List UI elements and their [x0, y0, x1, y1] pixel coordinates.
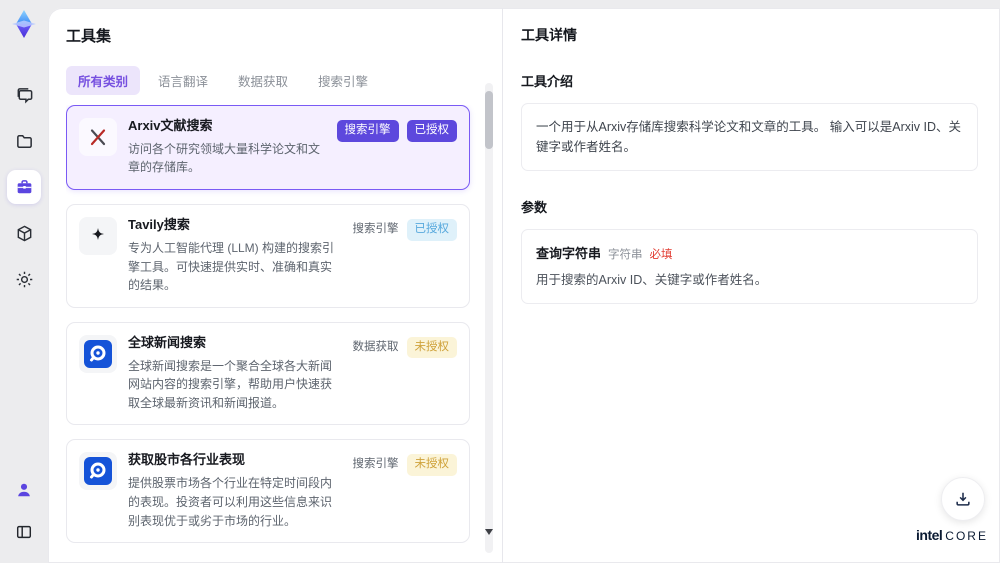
tool-card[interactable]: Arxiv文献搜索访问各个研究领域大量科学论文和文章的存储库。 搜索引擎 已授权	[66, 105, 470, 191]
scrollbar[interactable]	[485, 83, 493, 553]
param-description: 用于搜索的Arxiv ID、关键字或作者姓名。	[536, 273, 768, 287]
news-icon	[79, 452, 117, 491]
category-badge: 搜索引擎	[336, 120, 399, 142]
param-header: 查询字符串 字符串 必填	[536, 243, 963, 262]
tab-all[interactable]: 所有类别	[66, 66, 141, 95]
app-logo[interactable]	[8, 8, 40, 40]
tool-name: 获取股市各行业表现	[128, 452, 246, 468]
auth-status-badge: 未授权	[406, 454, 457, 476]
tool-description: 提供股票市场各个行业在特定时间段内的表现。投资者可以利用这些信息来识别表现优于或…	[128, 476, 333, 528]
user-avatar-button[interactable]	[7, 473, 41, 507]
tool-description: 全球新闻搜索是一个聚合全球各大新闻网站内容的搜索引擎，帮助用户快速获取全球最新资…	[128, 358, 333, 410]
category-tabs: 所有类别 语言翻译 数据获取 搜索引擎	[66, 66, 502, 95]
scrollbar-down-arrow-icon[interactable]	[485, 529, 493, 535]
tool-card[interactable]: 全球新闻搜索全球新闻搜索是一个聚合全球各大新闻网站内容的搜索引擎，帮助用户快速获…	[66, 321, 470, 426]
collapse-panel-button[interactable]	[7, 515, 41, 549]
tool-description: 专为人工智能代理 (LLM) 构建的搜索引擎工具。可快速提供实时、准确和真实的结…	[128, 240, 335, 293]
tab-search[interactable]: 搜索引擎	[306, 66, 380, 95]
param-card: 查询字符串 字符串 必填 用于搜索的Arxiv ID、关键字或作者姓名。	[521, 229, 978, 304]
intro-text: 一个用于从Arxiv存储库搜索科学论文和文章的工具。 输入可以是Arxiv ID…	[536, 120, 962, 154]
app-logo-icon	[12, 10, 36, 38]
tool-list: Arxiv文献搜索 访问各个研究领域大量科学论文和文章的存储库。 搜索引擎 已授权 Ta…	[66, 105, 502, 548]
sidebar-bottom	[7, 473, 41, 549]
tool-tags: 搜索引擎 已授权	[336, 118, 457, 177]
sidebar-item-files[interactable]	[7, 124, 41, 158]
sidebar	[0, 0, 48, 563]
news-icon	[79, 334, 117, 373]
param-name: 查询字符串	[536, 246, 602, 261]
toolbox-icon	[17, 179, 31, 193]
tool-tags: 数据获取 未授权	[352, 335, 457, 413]
intel-core-logo: intel core	[916, 527, 988, 545]
param-type: 字符串	[608, 249, 643, 261]
category-badge: 搜索引擎	[352, 458, 399, 471]
intro-heading: 工具介绍	[521, 74, 574, 89]
intel-brand-text: intel	[916, 527, 943, 543]
user-icon	[18, 483, 30, 497]
chat-icon	[17, 87, 32, 104]
tool-description: 访问各个研究领域大量科学论文和文章的存储库。	[128, 141, 321, 175]
page-title: 工具集	[66, 28, 112, 45]
download-icon	[956, 492, 970, 506]
tab-data[interactable]: 数据获取	[226, 66, 300, 95]
intro-card: 一个用于从Arxiv存储库搜索科学论文和文章的工具。 输入可以是Arxiv ID…	[521, 103, 978, 171]
sidebar-item-tools[interactable]	[7, 170, 41, 204]
sparkle-icon	[79, 217, 117, 256]
tool-card[interactable]: 获取股市各行业表现提供股票市场各个行业在特定时间段内的表现。投资者可以利用这些信…	[66, 439, 470, 544]
auth-status-badge: 已授权	[406, 219, 457, 241]
gear-icon	[16, 271, 32, 287]
params-heading: 参数	[521, 200, 548, 215]
folder-icon	[16, 134, 32, 148]
param-required-badge: 必填	[649, 249, 673, 261]
tab-translate[interactable]: 语言翻译	[146, 66, 220, 95]
tool-name: 全球新闻搜索	[128, 334, 207, 350]
cube-icon	[17, 225, 31, 241]
category-badge: 搜索引擎	[352, 223, 399, 236]
auth-status-badge: 未授权	[406, 336, 457, 359]
tool-tags: 搜索引擎 已授权	[352, 217, 457, 295]
download-button[interactable]	[941, 477, 985, 521]
main-content: 工具集 所有类别 语言翻译 数据获取 搜索引擎 Arxiv文献搜索 访问各个研究领域大量…	[48, 8, 1000, 563]
scrollbar-thumb[interactable]	[485, 91, 493, 149]
panel-toggle-icon	[16, 525, 32, 539]
core-brand-text: core	[945, 529, 988, 543]
sidebar-item-packages[interactable]	[7, 216, 41, 250]
tool-details-pane: 工具详情 工具介绍 一个用于从Arxiv存储库搜索科学论文和文章的工具。 输入可…	[503, 8, 1000, 563]
app-root: 工具集 所有类别 语言翻译 数据获取 搜索引擎 Arxiv文献搜索 访问各个研究领域大量…	[0, 0, 1000, 563]
sidebar-item-chat[interactable]	[7, 78, 41, 112]
auth-status-badge: 已授权	[406, 120, 457, 142]
arxiv-icon	[79, 118, 117, 156]
tool-card[interactable]: Tavily搜索专为人工智能代理 (LLM) 构建的搜索引擎工具。可快速提供实时…	[66, 204, 470, 308]
details-title: 工具详情	[521, 27, 577, 43]
tool-tags: 搜索引擎 未授权	[352, 452, 457, 530]
tool-name: Arxiv文献搜索	[128, 118, 213, 133]
sidebar-nav	[7, 78, 41, 296]
tool-name: Tavily搜索	[128, 217, 190, 233]
category-badge: 数据获取	[352, 340, 399, 353]
sidebar-item-settings[interactable]	[7, 262, 41, 296]
tools-list-pane: 工具集 所有类别 语言翻译 数据获取 搜索引擎 Arxiv文献搜索 访问各个研究领域大量…	[48, 8, 503, 563]
